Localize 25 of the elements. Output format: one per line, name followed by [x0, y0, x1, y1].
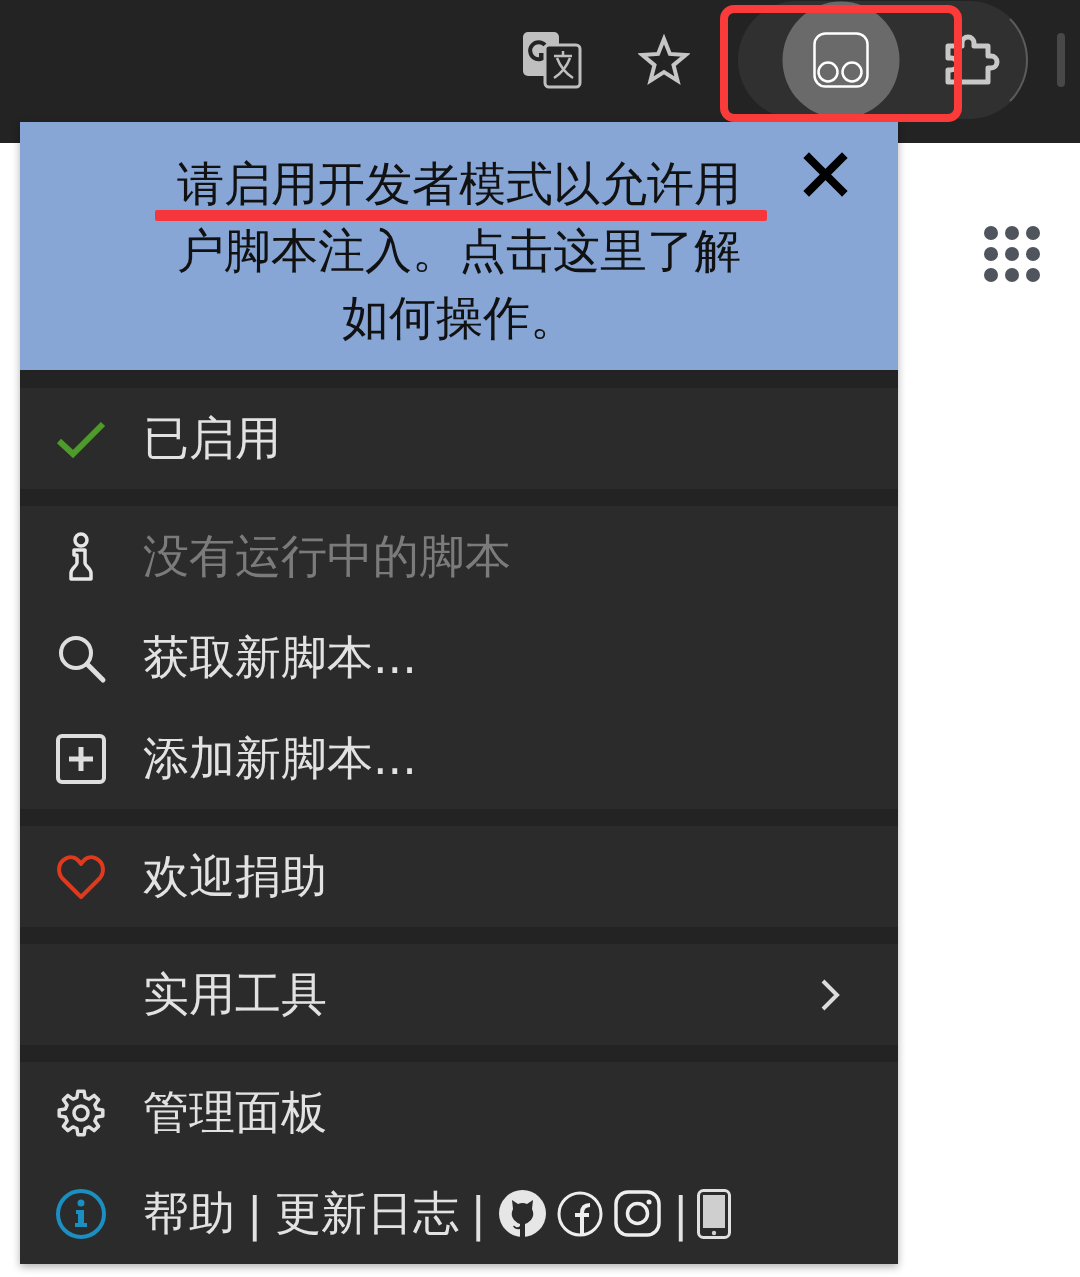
link-separator: |	[247, 1186, 263, 1241]
camera-icon[interactable]	[614, 1190, 661, 1237]
menu-item: 没有运行中的脚本	[20, 506, 898, 607]
dots-grid-icon[interactable]	[984, 226, 1040, 282]
menu-item[interactable]: 已启用	[20, 388, 898, 489]
help-link[interactable]: 帮助	[143, 1182, 235, 1245]
translate-icon[interactable]	[522, 31, 582, 89]
menu-item[interactable]: 管理面板	[20, 1062, 898, 1163]
link-separator: |	[673, 1186, 689, 1241]
phone-icon[interactable]	[696, 1188, 731, 1239]
star-icon[interactable]	[638, 34, 690, 86]
github-icon[interactable]	[498, 1189, 547, 1238]
plus-box-icon	[55, 732, 107, 785]
menu-item[interactable]: 实用工具	[20, 944, 898, 1045]
menu-item[interactable]: 欢迎捐助	[20, 826, 898, 927]
notice-text[interactable]: 请启用开发者模式以允许用户脚本注入。点击这里了解如何操作。	[164, 150, 754, 351]
close-icon[interactable]	[803, 152, 848, 197]
info-circle-icon	[55, 1187, 107, 1240]
menu-item[interactable]: 添加新脚本...	[20, 708, 898, 809]
menu-item[interactable]: 获取新脚本...	[20, 607, 898, 708]
changelog-link[interactable]: 更新日志	[274, 1182, 459, 1245]
toolbar-divider	[1057, 33, 1065, 87]
facebook-icon[interactable]	[557, 1190, 603, 1237]
link-separator: |	[470, 1186, 486, 1241]
settings-icon	[55, 1086, 107, 1139]
